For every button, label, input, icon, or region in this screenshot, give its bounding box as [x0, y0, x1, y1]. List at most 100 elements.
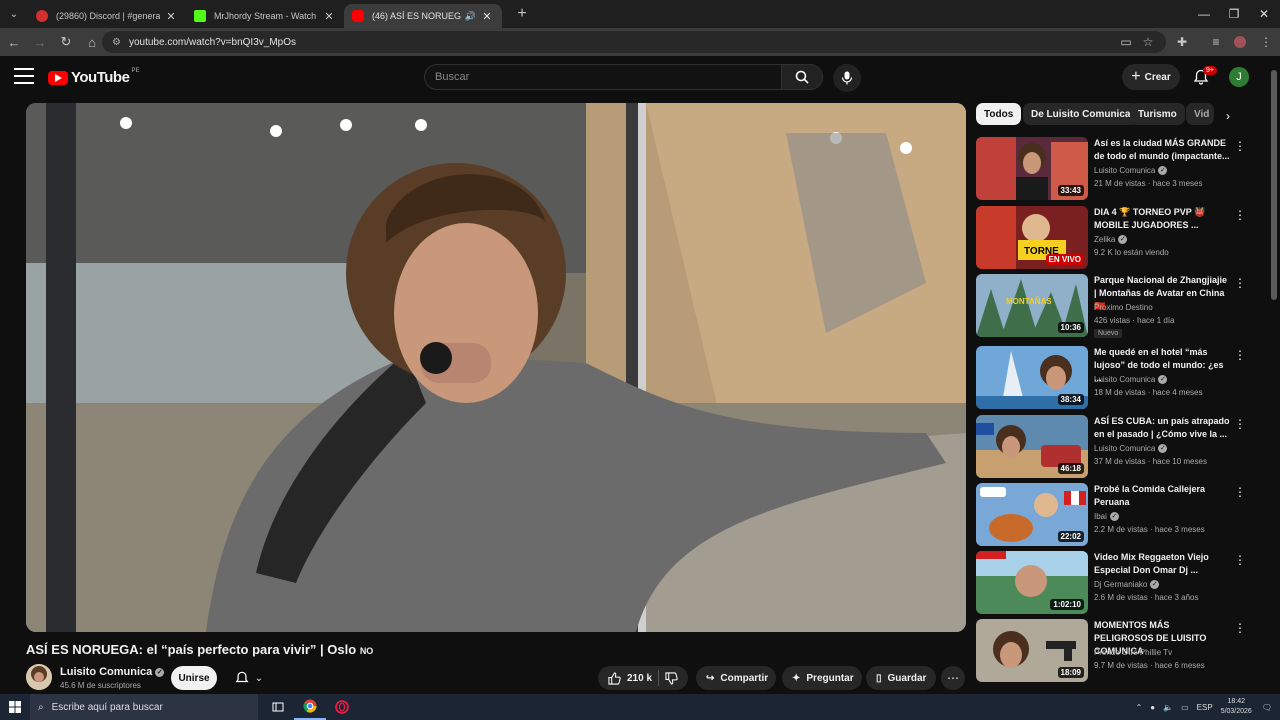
microphone-tray-icon[interactable]: ●: [1150, 703, 1155, 712]
voice-search-button[interactable]: [833, 64, 861, 92]
create-button[interactable]: + Crear: [1122, 64, 1180, 90]
video-title[interactable]: Video Mix Reggaeton Viejo Especial Don O…: [1094, 551, 1230, 577]
more-options-icon[interactable]: ⋮: [1234, 485, 1246, 499]
chip-videos[interactable]: Vid: [1186, 103, 1214, 125]
menu-icon[interactable]: [14, 68, 34, 84]
show-hidden-icons-icon[interactable]: ⌃: [1136, 703, 1143, 712]
chip-todos[interactable]: Todos: [976, 103, 1022, 125]
more-options-icon[interactable]: ⋮: [1234, 208, 1246, 222]
share-button[interactable]: ↪ Compartir: [696, 666, 776, 690]
recommendation-item[interactable]: MONTAÑAS 10:36 Parque Nacional de Zhangj…: [976, 274, 1256, 338]
install-icon[interactable]: ▭: [1114, 30, 1138, 54]
more-options-icon[interactable]: ⋮: [1234, 417, 1246, 431]
video-meta: 9.7 M de vistas · hace 6 meses: [1094, 661, 1205, 670]
more-options-icon[interactable]: ⋮: [1234, 348, 1246, 362]
video-thumbnail[interactable]: 33:43: [976, 137, 1088, 200]
recommendation-item[interactable]: 22:02 Probé la Comida Callejera Peruana …: [976, 483, 1256, 547]
more-actions-icon[interactable]: ⋯: [941, 666, 965, 690]
video-thumbnail[interactable]: TORNE EN VIVO: [976, 206, 1088, 269]
extensions-icon[interactable]: ✚: [1170, 30, 1194, 54]
reload-icon[interactable]: ↻: [54, 30, 78, 54]
new-tab-button[interactable]: +: [512, 5, 532, 23]
tab-discord[interactable]: (29860) Discord | #general | Ba ✕: [28, 4, 186, 28]
ask-button[interactable]: ✦ Preguntar: [782, 666, 862, 690]
more-options-icon[interactable]: ⋮: [1234, 553, 1246, 567]
channel-name[interactable]: Prende Otro Phillie Tv: [1094, 648, 1172, 657]
url-text: youtube.com/watch?v=bnQI3v_MpOs: [128, 36, 296, 48]
recommendation-item[interactable]: 18:09 MOMENTOS MÁS PELIGROSOS DE LUISITO…: [976, 619, 1256, 683]
channel-name[interactable]: Dj Germaniako ✓: [1094, 580, 1160, 590]
reading-list-icon[interactable]: ≡: [1204, 30, 1228, 54]
video-thumbnail[interactable]: 38:34: [976, 346, 1088, 409]
dislike-button[interactable]: [665, 671, 678, 685]
profile-icon[interactable]: [1228, 30, 1252, 54]
volume-icon[interactable]: 🔈: [1163, 703, 1173, 712]
chip-turismo[interactable]: Turismo: [1130, 103, 1185, 125]
recommendation-item[interactable]: 46:18 ASÍ ES CUBA: un país atrapado en e…: [976, 415, 1256, 479]
language-indicator[interactable]: ESP: [1197, 703, 1213, 712]
task-view-icon[interactable]: [262, 694, 294, 720]
channel-avatar[interactable]: [26, 664, 52, 690]
bookmark-star-icon[interactable]: ☆: [1136, 30, 1160, 54]
video-thumbnail[interactable]: 18:09: [976, 619, 1088, 682]
youtube-logo[interactable]: YouTube PE: [48, 68, 139, 86]
verified-icon: ✓: [155, 667, 165, 677]
start-button[interactable]: [0, 694, 30, 720]
video-title[interactable]: ASÍ ES CUBA: un país atrapado en el pasa…: [1094, 415, 1230, 441]
chrome-taskbar-icon[interactable]: [294, 694, 326, 720]
join-button[interactable]: Unirse: [171, 666, 217, 690]
video-thumbnail[interactable]: MONTAÑAS 10:36: [976, 274, 1088, 337]
url-field[interactable]: ⚙ youtube.com/watch?v=bnQI3v_MpOs: [102, 31, 1166, 53]
close-window-icon[interactable]: ✕: [1248, 0, 1280, 28]
subscription-bell-button[interactable]: ⌄: [226, 666, 272, 690]
speaker-icon[interactable]: 🔊: [465, 11, 476, 22]
page-scrollbar[interactable]: [1271, 70, 1277, 300]
close-tab-icon[interactable]: ✕: [322, 10, 336, 23]
browser-menu-icon[interactable]: ⋮: [1254, 30, 1278, 54]
home-icon[interactable]: ⌂: [80, 30, 104, 54]
channel-name[interactable]: Luisito Comunica ✓: [60, 666, 165, 678]
recommendation-item[interactable]: TORNE EN VIVO DIA 4 🏆 TORNEO PVP 👹 MOBIL…: [976, 206, 1256, 270]
video-thumbnail[interactable]: 46:18: [976, 415, 1088, 478]
notifications-tray-icon[interactable]: 🗨: [1262, 703, 1272, 712]
close-tab-icon[interactable]: ✕: [164, 10, 178, 23]
channel-name[interactable]: Luisito Comunica ✓: [1094, 375, 1168, 385]
clock[interactable]: 18:42 5/03/2026: [1221, 697, 1252, 717]
like-button[interactable]: [608, 671, 621, 685]
forward-icon[interactable]: →: [28, 30, 52, 54]
back-icon[interactable]: ←: [2, 30, 26, 54]
channel-name[interactable]: Zelika ✓: [1094, 235, 1128, 245]
search-input[interactable]: Buscar: [424, 64, 782, 90]
account-avatar[interactable]: J: [1229, 67, 1249, 87]
more-options-icon[interactable]: ⋮: [1234, 621, 1246, 635]
save-button[interactable]: ▯ Guardar: [866, 666, 936, 690]
taskbar-search-input[interactable]: ⌕ Escribe aquí para buscar: [30, 694, 258, 720]
video-title[interactable]: Así es la ciudad MÁS GRANDE de todo el m…: [1094, 137, 1230, 163]
chip-channel[interactable]: De Luisito Comunica: [1023, 103, 1139, 125]
network-icon[interactable]: ▭: [1181, 703, 1189, 712]
recommendation-item[interactable]: 38:34 Me quedé en el hotel “más lujoso” …: [976, 346, 1256, 410]
video-title[interactable]: Probé la Comida Callejera Peruana: [1094, 483, 1230, 509]
site-info-icon[interactable]: ⚙: [112, 37, 121, 48]
tab-youtube[interactable]: (46) ASÍ ES NORUEGA: el "p 🔊 ✕: [344, 4, 502, 28]
video-thumbnail[interactable]: 22:02: [976, 483, 1088, 546]
search-button[interactable]: [781, 64, 823, 90]
channel-name[interactable]: Luisito Comunica ✓: [1094, 444, 1168, 454]
opera-taskbar-icon[interactable]: [326, 694, 358, 720]
video-thumbnail[interactable]: 1:02:10: [976, 551, 1088, 614]
channel-name[interactable]: Ibai ✓: [1094, 512, 1119, 522]
chevron-right-icon[interactable]: ›: [1218, 106, 1238, 126]
video-title[interactable]: DIA 4 🏆 TORNEO PVP 👹 MOBILE JUGADORES ..…: [1094, 206, 1230, 232]
restore-icon[interactable]: ❐: [1218, 0, 1250, 28]
minimize-icon[interactable]: —: [1188, 0, 1220, 28]
more-options-icon[interactable]: ⋮: [1234, 139, 1246, 153]
channel-name[interactable]: Proximo Destino: [1094, 303, 1153, 312]
channel-name[interactable]: Luisito Comunica ✓: [1094, 166, 1168, 176]
tab-search-icon[interactable]: ⌄: [0, 0, 28, 28]
tab-kick[interactable]: MrJhordy Stream - Watch Live ✕: [186, 4, 344, 28]
close-tab-icon[interactable]: ✕: [480, 10, 494, 23]
recommendation-item[interactable]: 33:43 Así es la ciudad MÁS GRANDE de tod…: [976, 137, 1256, 201]
video-player[interactable]: [26, 103, 966, 632]
more-options-icon[interactable]: ⋮: [1234, 276, 1246, 290]
recommendation-item[interactable]: 1:02:10 Video Mix Reggaeton Viejo Especi…: [976, 551, 1256, 615]
